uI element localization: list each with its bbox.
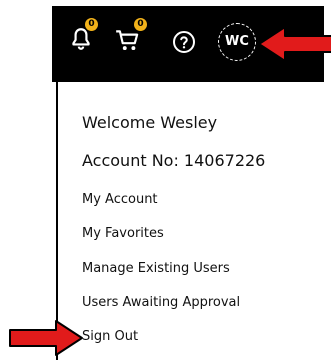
annotation-arrow-avatar-icon xyxy=(258,26,331,62)
menu-item-my-account[interactable]: My Account xyxy=(82,192,158,207)
account-number-text: Account No: 14067226 xyxy=(82,151,266,170)
menu-item-manage-existing-users[interactable]: Manage Existing Users xyxy=(82,261,230,276)
cart-icon xyxy=(116,30,139,51)
menu-item-users-awaiting-approval[interactable]: Users Awaiting Approval xyxy=(82,295,240,310)
annotation-arrow-sign-out-icon xyxy=(9,320,83,356)
notifications-button[interactable]: 0 xyxy=(68,18,108,60)
menu-item-sign-out[interactable]: Sign Out xyxy=(82,329,138,344)
welcome-text: Welcome Wesley xyxy=(82,113,218,132)
notifications-badge: 0 xyxy=(85,18,98,31)
user-avatar-button[interactable]: WC xyxy=(218,23,256,61)
menu-item-my-favorites[interactable]: My Favorites xyxy=(82,226,164,241)
cart-badge: 0 xyxy=(134,18,147,31)
help-icon xyxy=(173,31,195,53)
help-button[interactable] xyxy=(170,20,210,60)
cart-button[interactable]: 0 xyxy=(114,18,154,60)
